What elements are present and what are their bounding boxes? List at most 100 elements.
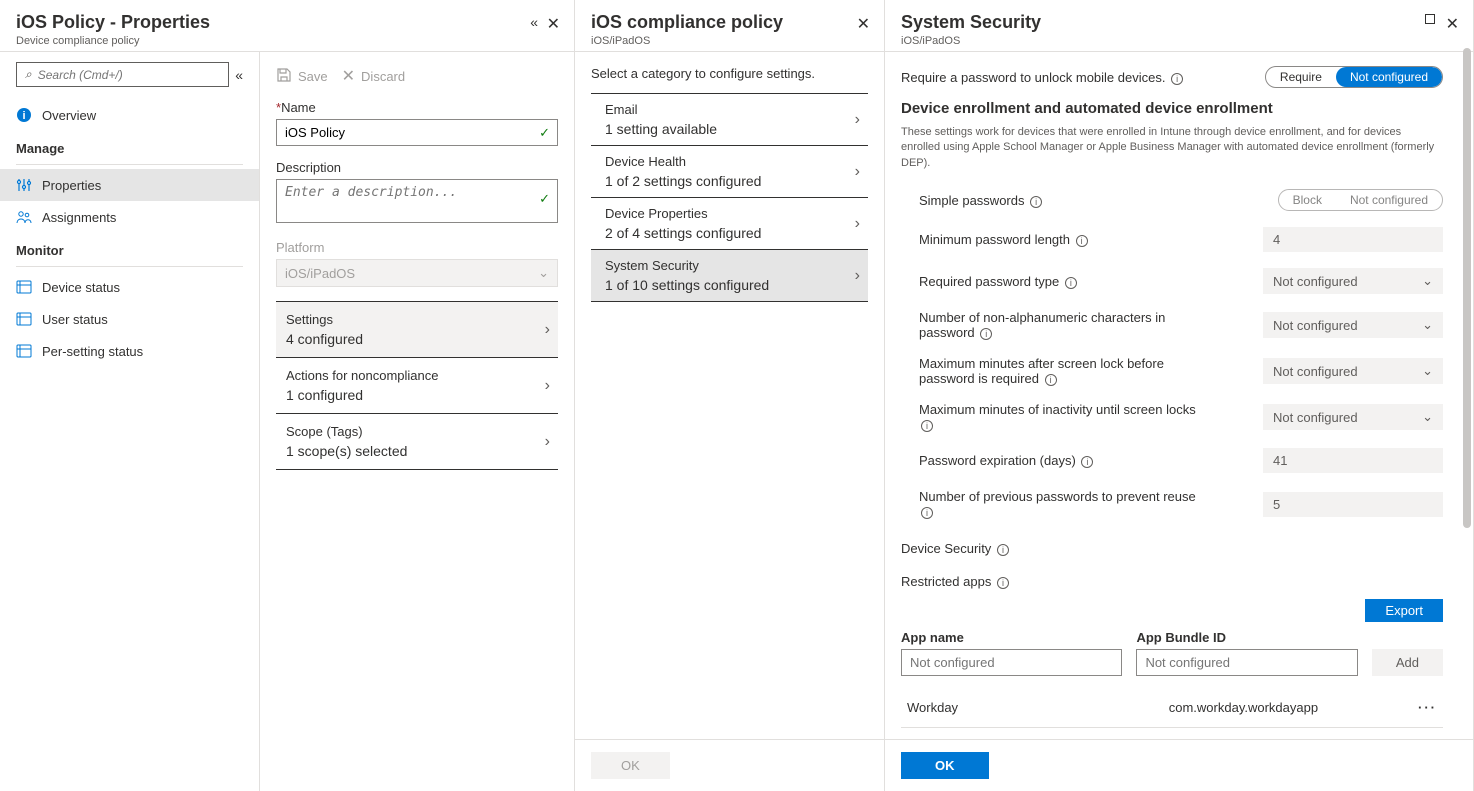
close-icon[interactable]: ✕: [857, 14, 870, 34]
req-type-select: Not configured⌄: [1263, 268, 1443, 294]
category-device-health[interactable]: Device Health 1 of 2 settings configured…: [591, 145, 868, 197]
nav-properties[interactable]: Properties: [0, 169, 259, 201]
more-icon[interactable]: ···: [1418, 700, 1437, 715]
expire-field: 41: [1263, 448, 1443, 473]
save-button[interactable]: Save: [276, 66, 328, 86]
category-hint: Select a category to configure settings.: [575, 66, 884, 93]
info-icon[interactable]: i: [921, 420, 933, 432]
chevron-right-icon: ›: [545, 433, 550, 451]
app-row-bundle: com.workday.workdayapp: [1169, 700, 1418, 715]
app-name-field[interactable]: [901, 649, 1122, 676]
name-field[interactable]: [276, 119, 558, 146]
add-button[interactable]: Add: [1372, 649, 1443, 676]
info-icon[interactable]: i: [1076, 235, 1088, 247]
people-icon: [16, 209, 32, 225]
nav-assignments-label: Assignments: [42, 210, 116, 225]
close-icon[interactable]: ✕: [1446, 14, 1459, 34]
ok-button[interactable]: OK: [901, 752, 989, 779]
check-icon: ✓: [539, 191, 550, 207]
category-device-properties[interactable]: Device Properties 2 of 4 settings config…: [591, 197, 868, 249]
nav-assignments[interactable]: Assignments: [0, 201, 259, 233]
info-icon[interactable]: i: [1065, 277, 1077, 289]
info-icon[interactable]: i: [1030, 196, 1042, 208]
category-email[interactable]: Email 1 setting available ›: [591, 93, 868, 145]
close-icon[interactable]: ✕: [547, 14, 560, 34]
nonalpha-select: Not configured⌄: [1263, 312, 1443, 338]
scope-value: 1 scope(s) selected: [286, 443, 548, 459]
list-icon: [16, 343, 32, 359]
nav-section-manage: Manage: [0, 131, 259, 160]
nav-device-status-label: Device status: [42, 280, 120, 295]
discard-label: Discard: [361, 69, 405, 84]
info-icon[interactable]: i: [997, 577, 1009, 589]
nav-properties-label: Properties: [42, 178, 101, 193]
restricted-apps-heading: Restricted apps i: [901, 574, 1443, 589]
app-row: Workday com.workday.workdayapp ···: [901, 688, 1443, 728]
app-name-header: App name: [901, 630, 1122, 645]
check-icon: ✓: [539, 125, 550, 141]
search-input[interactable]: ⌕: [16, 62, 229, 87]
collapse-nav-icon[interactable]: «: [235, 67, 243, 83]
export-button[interactable]: Export: [1365, 599, 1443, 622]
blade3-title: System Security: [901, 12, 1457, 33]
search-icon: ⌕: [25, 67, 32, 82]
info-icon: i: [16, 107, 32, 123]
description-field[interactable]: [276, 179, 558, 223]
toggle-block: Block: [1279, 190, 1336, 210]
expire-label: Password expiration (days) i: [901, 453, 1093, 468]
cat-label: Device Health: [605, 154, 854, 169]
req-type-label: Required password type i: [901, 274, 1077, 289]
chevron-down-icon: ⌄: [1422, 273, 1433, 289]
toggle-require[interactable]: Require: [1266, 67, 1336, 87]
prevpw-field: 5: [1263, 492, 1443, 517]
blade2-subtitle: iOS/iPadOS: [591, 35, 868, 47]
platform-select: iOS/iPadOS ⌄: [276, 259, 558, 287]
discard-button[interactable]: ✕ Discard: [342, 66, 405, 86]
list-icon: [16, 279, 32, 295]
actions-row[interactable]: Actions for noncompliance 1 configured ›: [276, 357, 558, 413]
svg-text:i: i: [22, 110, 25, 122]
scope-row[interactable]: Scope (Tags) 1 scope(s) selected ›: [276, 413, 558, 470]
save-icon: [276, 67, 292, 86]
scrollbar[interactable]: [1461, 48, 1473, 791]
actions-value: 1 configured: [286, 387, 548, 403]
nav-device-status[interactable]: Device status: [0, 271, 259, 303]
nav-section-monitor: Monitor: [0, 233, 259, 262]
maxafter-label: Maximum minutes after screen lock before…: [901, 356, 1211, 386]
cat-status: 2 of 4 settings configured: [605, 225, 854, 241]
scope-label: Scope (Tags): [286, 424, 548, 439]
save-label: Save: [298, 69, 328, 84]
chevron-down-icon: ⌄: [1422, 317, 1433, 333]
app-bundle-field[interactable]: [1136, 649, 1357, 676]
require-password-toggle[interactable]: Require Not configured: [1265, 66, 1443, 88]
nav-user-status[interactable]: User status: [0, 303, 259, 335]
info-icon[interactable]: i: [1045, 374, 1057, 386]
chevron-right-icon: ›: [545, 321, 550, 339]
ok-button[interactable]: OK: [591, 752, 670, 779]
maximize-icon[interactable]: [1425, 14, 1435, 24]
collapse-icon[interactable]: «: [530, 14, 538, 30]
nav-user-status-label: User status: [42, 312, 108, 327]
device-security-heading: Device Security i: [901, 541, 1443, 556]
nav-per-setting-status[interactable]: Per-setting status: [0, 335, 259, 367]
cat-status: 1 of 10 settings configured: [605, 277, 854, 293]
chevron-right-icon: ›: [855, 215, 860, 233]
info-icon[interactable]: i: [1081, 456, 1093, 468]
enroll-section-desc: These settings work for devices that wer…: [901, 125, 1443, 171]
chevron-right-icon: ›: [545, 377, 550, 395]
nav-overview[interactable]: i Overview: [0, 99, 259, 131]
scroll-thumb[interactable]: [1463, 48, 1471, 528]
nonalpha-label: Number of non-alphanumeric characters in…: [901, 310, 1211, 340]
info-icon[interactable]: i: [980, 328, 992, 340]
settings-row[interactable]: Settings 4 configured ›: [276, 301, 558, 357]
enroll-section-heading: Device enrollment and automated device e…: [901, 100, 1443, 117]
category-system-security[interactable]: System Security 1 of 10 settings configu…: [591, 249, 868, 302]
toggle-not-configured[interactable]: Not configured: [1336, 67, 1442, 87]
blade3-subtitle: iOS/iPadOS: [901, 35, 1457, 47]
sliders-icon: [16, 177, 32, 193]
info-icon[interactable]: i: [1171, 73, 1183, 85]
cat-status: 1 of 2 settings configured: [605, 173, 854, 189]
info-icon[interactable]: i: [921, 507, 933, 519]
settings-value: 4 configured: [286, 331, 548, 347]
info-icon[interactable]: i: [997, 544, 1009, 556]
